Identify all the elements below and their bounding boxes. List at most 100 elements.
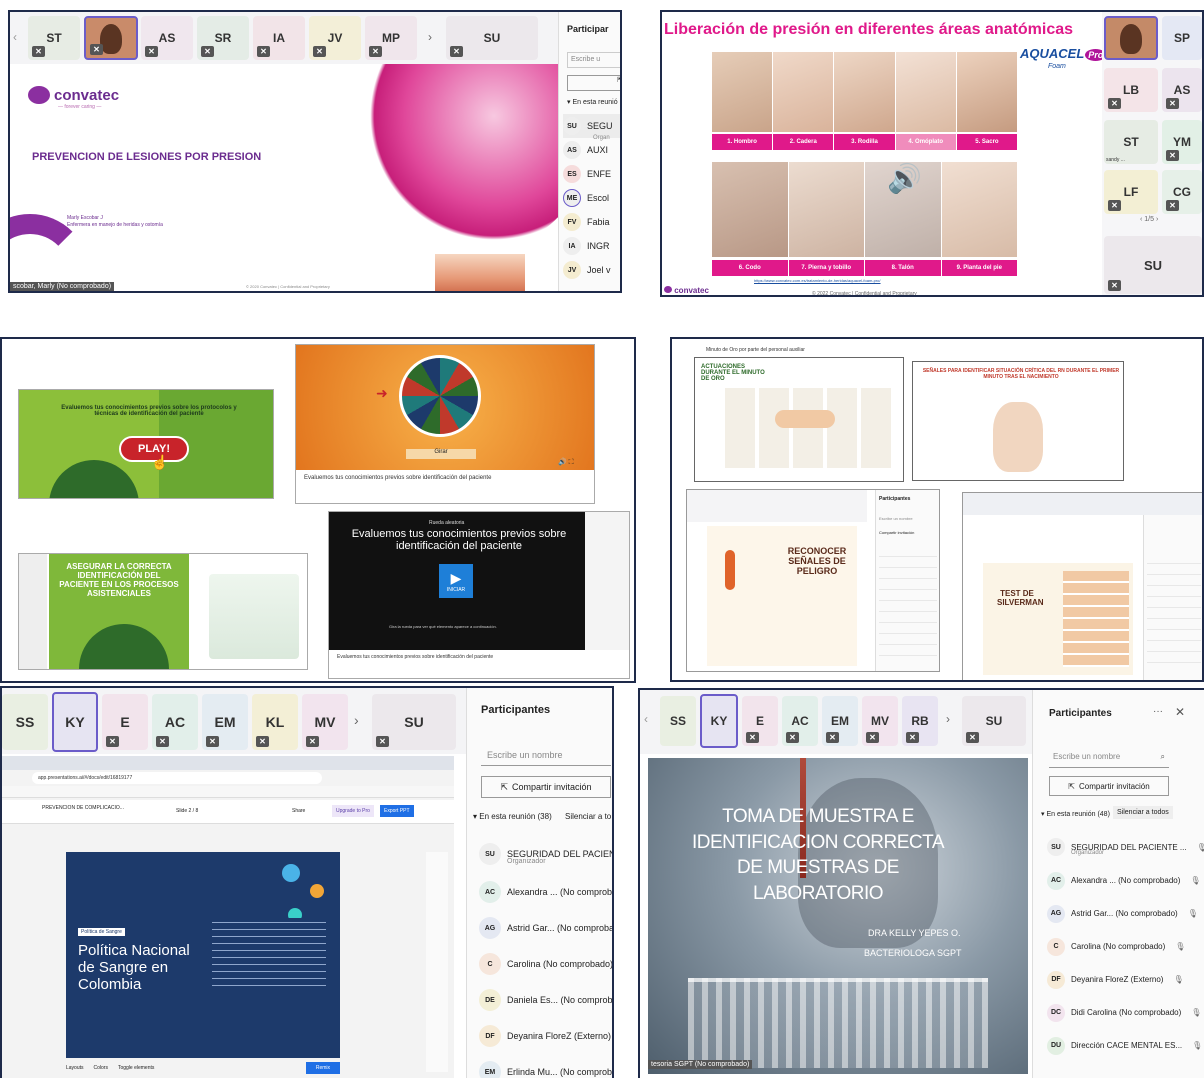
toggle-elements-button[interactable]: Toggle elements	[118, 1065, 154, 1071]
list-item[interactable]: DF Deyanira FloreZ (Externo)	[479, 1018, 612, 1054]
flow-diagram	[725, 388, 895, 468]
list-item[interactable]: C Carolina (No comprobado)	[479, 946, 612, 982]
upgrade-button[interactable]: Upgrade to Pro	[332, 805, 374, 817]
list-item[interactable]: DU Dirección CACE MENTAL ES... 🎙	[1047, 1029, 1204, 1062]
participant-tile-st[interactable]: ST sandy ...	[1104, 120, 1158, 164]
chevron-left-icon[interactable]: ‹	[13, 30, 17, 44]
play-iniciar-button[interactable]: ▶ INICIAR	[439, 564, 473, 598]
list-item[interactable]: C Carolina (No comprobado) 🎙	[1047, 930, 1204, 963]
participant-tile-ac[interactable]: AC ✕	[782, 696, 818, 746]
list-item[interactable]: DC Didi Carolina (No comprobado) 🎙	[1047, 996, 1204, 1029]
participant-tile-mv[interactable]: MV ✕	[302, 694, 348, 750]
mic-muted-icon: ✕	[369, 46, 382, 57]
chevron-right-icon[interactable]: ›	[428, 30, 432, 44]
participants-title: Participantes	[1049, 708, 1112, 719]
chevron-left-icon[interactable]: ‹	[644, 712, 648, 726]
participant-tile-ss[interactable]: SS	[660, 696, 696, 746]
search-input[interactable]: Escribe un nombre	[879, 516, 913, 521]
list-item[interactable]: EMErlinda Mu... (No comprobadc	[479, 1054, 612, 1078]
address-bar[interactable]: app.presentations.ai/#/docs/edit/1681917…	[32, 772, 322, 784]
participant-tile-em[interactable]: EM ✕	[822, 696, 858, 746]
search-input[interactable]: Escribe un nombre	[481, 746, 611, 766]
search-input[interactable]: Escribe un nombre ⌕	[1049, 748, 1169, 768]
browser-tab-strip	[2, 756, 454, 770]
share-button[interactable]: Share	[292, 808, 305, 814]
share-invite-button[interactable]: ⇱	[567, 75, 620, 91]
shared-video: TOMA DE MUESTRA E IDENTIFICACION CORRECT…	[648, 758, 1028, 1074]
spin-wheel[interactable]	[399, 355, 481, 437]
participant-tile-mp[interactable]: MP ✕	[365, 16, 417, 60]
section-toggle[interactable]: ▾ En esta reunió	[567, 98, 618, 106]
participant-tile-as[interactable]: AS ✕	[141, 16, 193, 60]
list-item[interactable]: IA INGR	[563, 234, 620, 258]
more-options-icon[interactable]: ···	[1153, 706, 1163, 717]
participant-tile-cg[interactable]: CG ✕	[1162, 170, 1202, 214]
list-item[interactable]: ACAlexandra ... (No comprobadc	[479, 874, 612, 910]
share-invite-button[interactable]: Compartir invitación	[879, 530, 914, 535]
participant-tile-ym[interactable]: YM ✕	[1162, 120, 1202, 164]
layouts-button[interactable]: Layouts	[66, 1065, 84, 1071]
screenshot-test-silverman: TEST DE SILVERMAN	[962, 492, 1202, 680]
participant-tile-st[interactable]: ST ✕	[28, 16, 80, 60]
participant-tile-su[interactable]: SU ✕	[1104, 236, 1202, 294]
list-item[interactable]: AC Alexandra ... (No comprobado) 🎙	[1047, 864, 1204, 897]
export-button[interactable]: Export PPT	[380, 805, 414, 817]
participant-tile-jv[interactable]: JV ✕	[309, 16, 361, 60]
mute-all-button[interactable]: Silenciar a todos	[1113, 806, 1173, 819]
chevron-right-icon[interactable]: ›	[946, 712, 950, 726]
mute-all-button[interactable]: Silenciar a to	[565, 812, 611, 821]
mic-muted-icon: ✕	[1166, 150, 1179, 161]
participant-tile-sr[interactable]: SR ✕	[197, 16, 249, 60]
participant-tile-ia[interactable]: IA ✕	[253, 16, 305, 60]
participant-tile-su[interactable]: SU ✕	[446, 16, 538, 60]
document-name[interactable]: PREVENCION DE COMPLICACIO...	[42, 805, 124, 811]
share-invite-button[interactable]: ⇱ Compartir invitación	[1049, 776, 1169, 796]
participant-tile-e[interactable]: E ✕	[742, 696, 778, 746]
list-item[interactable]: DEDaniela Es... (No comprobadc	[479, 982, 612, 1018]
participant-tile-lf[interactable]: LF ✕	[1104, 170, 1158, 214]
participant-tile-ky[interactable]: KY	[700, 694, 738, 748]
participant-tile-self-video[interactable]	[1104, 16, 1158, 60]
list-item[interactable]: ES ENFE	[563, 162, 620, 186]
pager[interactable]: ‹ 1/5 ›	[1140, 216, 1158, 223]
label-planta: 9. Planta del pie	[941, 260, 1017, 276]
list-item[interactable]: AG Astrid Gar... (No comprobadc	[479, 910, 612, 946]
participant-tile-mv[interactable]: MV ✕	[862, 696, 898, 746]
participants-pane: Participar Escribe u ⇱ ▾ En esta reunió …	[558, 12, 620, 291]
participant-tile-rb[interactable]: RB ✕	[902, 696, 938, 746]
participant-tile-ac[interactable]: AC ✕	[152, 694, 198, 750]
section-toggle[interactable]: ▾ En esta reunión (38)	[473, 812, 552, 821]
participant-tile-sp[interactable]: SP	[1162, 16, 1202, 60]
close-icon[interactable]: ✕	[1175, 705, 1185, 719]
participant-tile-ss[interactable]: SS	[2, 694, 48, 750]
remix-button[interactable]: Remix	[305, 1062, 340, 1074]
presenter-name: Marly Escobar J	[67, 215, 103, 221]
photo-elbow	[712, 162, 788, 257]
list-item[interactable]: FV Fabia	[563, 210, 620, 234]
collage-caption: Minuto de Oro por parte del personal aux…	[706, 347, 805, 353]
participant-tile-self-video[interactable]: ✕	[84, 16, 138, 60]
mic-muted-icon: ✕	[145, 46, 158, 57]
list-item[interactable]: ME Escol	[563, 186, 620, 210]
share-invite-button[interactable]: ⇱ Compartir invitación	[481, 776, 611, 798]
list-item[interactable]: SUSEGURIDAD DEL PACIENTE ...🎙	[1047, 830, 1204, 864]
list-item[interactable]: AS AUXI	[563, 138, 620, 162]
participant-tile-su[interactable]: SU ✕	[372, 694, 456, 750]
search-input[interactable]: Escribe u	[567, 52, 620, 68]
participant-tile-kl[interactable]: KL ✕	[252, 694, 298, 750]
label-hombro: 1. Hombro	[712, 134, 773, 150]
participant-tile-lb[interactable]: LB ✕	[1104, 68, 1158, 112]
list-item[interactable]: DF Deyanira FloreZ (Externo) 🎙	[1047, 963, 1204, 996]
chevron-right-icon[interactable]: ›	[354, 712, 359, 728]
participant-tile-e[interactable]: E ✕	[102, 694, 148, 750]
spin-button[interactable]: Girar	[406, 449, 476, 459]
list-item[interactable]: JV Joel v	[563, 258, 620, 282]
participant-tile-em[interactable]: EM ✕	[202, 694, 248, 750]
participant-tile-as[interactable]: AS ✕	[1162, 68, 1202, 112]
participant-tile-ky[interactable]: KY	[52, 692, 98, 752]
list-item[interactable]: SUSEGURIDAD DEL PACIENTE ...	[479, 834, 612, 874]
list-item[interactable]: AG Astrid Gar... (No comprobado) 🎙	[1047, 897, 1204, 930]
section-toggle[interactable]: ▾ En esta reunión (48)	[1041, 810, 1110, 818]
participant-tile-su[interactable]: SU ✕	[962, 696, 1026, 746]
colors-button[interactable]: Colors	[94, 1065, 108, 1071]
